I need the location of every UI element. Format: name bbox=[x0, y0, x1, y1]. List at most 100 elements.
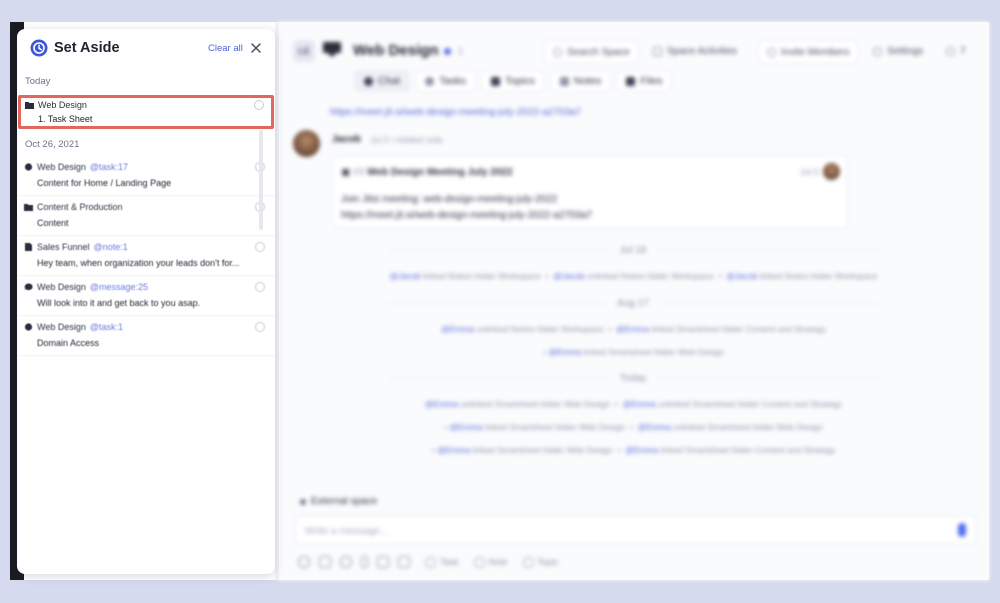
mention[interactable]: @Emma bbox=[441, 324, 474, 334]
message-date: Jul 5 bbox=[370, 135, 390, 145]
activity-text: linked Notion folder Workspace bbox=[757, 271, 878, 281]
members-button[interactable]: 7 bbox=[946, 46, 966, 57]
tab-tasks[interactable]: Tasks bbox=[415, 70, 477, 92]
mention[interactable]: @Jacob bbox=[390, 271, 421, 281]
invite-members-button[interactable]: Invite Members bbox=[758, 40, 859, 64]
item-ref[interactable]: @task:1 bbox=[90, 322, 123, 332]
note-icon: ▣ bbox=[341, 167, 351, 178]
task-icon bbox=[24, 163, 33, 171]
avatar bbox=[823, 163, 840, 180]
composer-toolbar: Task Note Topic bbox=[298, 556, 559, 568]
item-source: Web Design @message:25 bbox=[24, 282, 148, 292]
activity-text: linked Notion folder Workspace bbox=[420, 271, 541, 281]
item-source: Sales Funnel @note:1 bbox=[24, 242, 128, 252]
activity-text: unlinked Notion folder Workspace bbox=[474, 324, 604, 334]
remove-item-icon[interactable] bbox=[254, 100, 264, 110]
note-body-line: Join Jitsi meeting: web-design-meeting-j… bbox=[341, 194, 558, 205]
create-task-button[interactable]: Task bbox=[425, 556, 459, 568]
mention[interactable]: @Emma bbox=[548, 347, 581, 357]
item-ref[interactable]: @message:25 bbox=[90, 282, 148, 292]
microphone-icon[interactable] bbox=[958, 523, 966, 537]
gif-icon[interactable] bbox=[319, 556, 331, 568]
tab-files[interactable]: Files bbox=[616, 70, 673, 92]
video-icon[interactable] bbox=[377, 556, 389, 568]
close-icon[interactable] bbox=[249, 41, 263, 55]
date-separator-label: Today bbox=[619, 372, 647, 384]
search-icon bbox=[553, 47, 562, 57]
emoji-icon[interactable] bbox=[298, 556, 310, 568]
set-aside-item[interactable]: Web Design @task:17 Content for Home / L… bbox=[17, 156, 275, 196]
set-aside-item[interactable]: Web Design @message:25 Will look into it… bbox=[17, 276, 275, 316]
user-plus-icon bbox=[767, 47, 776, 57]
space-title: Web Design bbox=[353, 42, 439, 59]
set-aside-item[interactable]: Web Design @task:1 Domain Access bbox=[17, 316, 275, 356]
panel-scrollbar[interactable] bbox=[259, 130, 263, 230]
pin-count[interactable]: 1 bbox=[458, 46, 464, 57]
chat-icon bbox=[24, 283, 33, 291]
mention[interactable]: @Jacob bbox=[553, 271, 584, 281]
item-text: 1. Task Sheet bbox=[38, 114, 93, 124]
set-aside-panel: Set Aside Clear all Today Web Design 1. … bbox=[17, 29, 275, 574]
message-meta: Jul 5 • Added note bbox=[370, 135, 443, 145]
folder-icon bbox=[25, 102, 34, 109]
search-space-button[interactable]: Search Space bbox=[544, 40, 639, 64]
chat-feed: https://meet.jit.si/web-design-meeting-j… bbox=[278, 102, 989, 502]
activity-text: unlinked Smartsheet folder Content and S… bbox=[655, 399, 842, 409]
message-composer[interactable]: Write a message... bbox=[294, 515, 977, 545]
mention[interactable]: @Emma bbox=[623, 399, 656, 409]
tab-label: Chat bbox=[378, 75, 401, 87]
mention[interactable]: @Emma bbox=[638, 422, 671, 432]
panel-divider bbox=[275, 22, 279, 580]
set-aside-icon bbox=[30, 39, 48, 57]
meeting-link[interactable]: https://meet.jit.si/web-design-meeting-j… bbox=[330, 107, 581, 118]
settings-button[interactable]: Settings bbox=[873, 46, 923, 57]
tab-chat[interactable]: Chat bbox=[354, 70, 411, 92]
set-aside-item[interactable]: Web Design 1. Task Sheet bbox=[18, 95, 274, 129]
activity-row: • @Emma linked Smartsheet folder Web Des… bbox=[444, 422, 823, 432]
create-topic-button[interactable]: Topic bbox=[522, 556, 559, 568]
remove-item-icon[interactable] bbox=[255, 242, 265, 252]
activity-text: linked Smartsheet folder Content and Str… bbox=[658, 445, 836, 455]
space-view: LE Web Design 1 Search Space Space Activ… bbox=[278, 22, 989, 580]
tab-notes[interactable]: Notes bbox=[549, 70, 612, 92]
tab-topics[interactable]: Topics bbox=[481, 70, 545, 92]
create-note-button[interactable]: Note bbox=[473, 556, 508, 568]
item-ref[interactable]: @task:17 bbox=[90, 162, 128, 172]
plus-icon bbox=[425, 556, 436, 568]
chat-icon bbox=[364, 76, 373, 86]
set-aside-item[interactable]: Sales Funnel @note:1 Hey team, when orga… bbox=[17, 236, 275, 276]
note-icon bbox=[25, 243, 32, 251]
clear-all-button[interactable]: Clear all bbox=[208, 43, 243, 54]
mention[interactable]: @Emma bbox=[437, 445, 470, 455]
mention-icon[interactable] bbox=[340, 556, 352, 568]
activity-row: @Emma unlinked Notion folder Workspace •… bbox=[441, 324, 826, 334]
note-card[interactable]: ▣ #3 Web Design Meeting July 2022 Jul 5 … bbox=[332, 155, 848, 229]
topic-icon bbox=[491, 76, 501, 86]
item-text: Content bbox=[37, 218, 69, 228]
set-aside-item[interactable]: Content & Production Content bbox=[17, 196, 275, 236]
attachment-icon[interactable] bbox=[361, 556, 368, 568]
avatar[interactable] bbox=[293, 130, 320, 157]
remove-item-icon[interactable] bbox=[255, 322, 265, 332]
tab-label: Topics bbox=[505, 75, 535, 87]
integrations-icon[interactable] bbox=[398, 556, 410, 568]
mention[interactable]: @Emma bbox=[450, 422, 483, 432]
item-ref[interactable]: @note:1 bbox=[94, 242, 128, 252]
activity-row: @Emma unlinked Smartsheet folder Web Des… bbox=[425, 399, 842, 409]
mention[interactable]: @Emma bbox=[625, 445, 658, 455]
item-text: Hey team, when organization your leads d… bbox=[37, 258, 240, 268]
note-title: Web Design Meeting July 2022 bbox=[367, 167, 513, 178]
note-body-link[interactable]: https://meet.jit.si/web-design-meeting-j… bbox=[341, 210, 592, 221]
mention[interactable]: @Emma bbox=[425, 399, 458, 409]
external-space-label: External space bbox=[311, 496, 378, 507]
item-source: Web Design @task:1 bbox=[24, 322, 123, 332]
mention[interactable]: @Emma bbox=[616, 324, 649, 334]
workspace-avatar[interactable]: LE bbox=[293, 40, 315, 62]
globe-icon bbox=[300, 498, 306, 505]
activity-text: linked Smartsheet folder Content and Str… bbox=[649, 324, 826, 334]
remove-item-icon[interactable] bbox=[255, 282, 265, 292]
folder-icon bbox=[626, 76, 636, 86]
space-activities-button[interactable]: Space Activities bbox=[653, 46, 737, 57]
search-space-label: Search Space bbox=[567, 46, 630, 58]
mention[interactable]: @Jacob bbox=[726, 271, 757, 281]
